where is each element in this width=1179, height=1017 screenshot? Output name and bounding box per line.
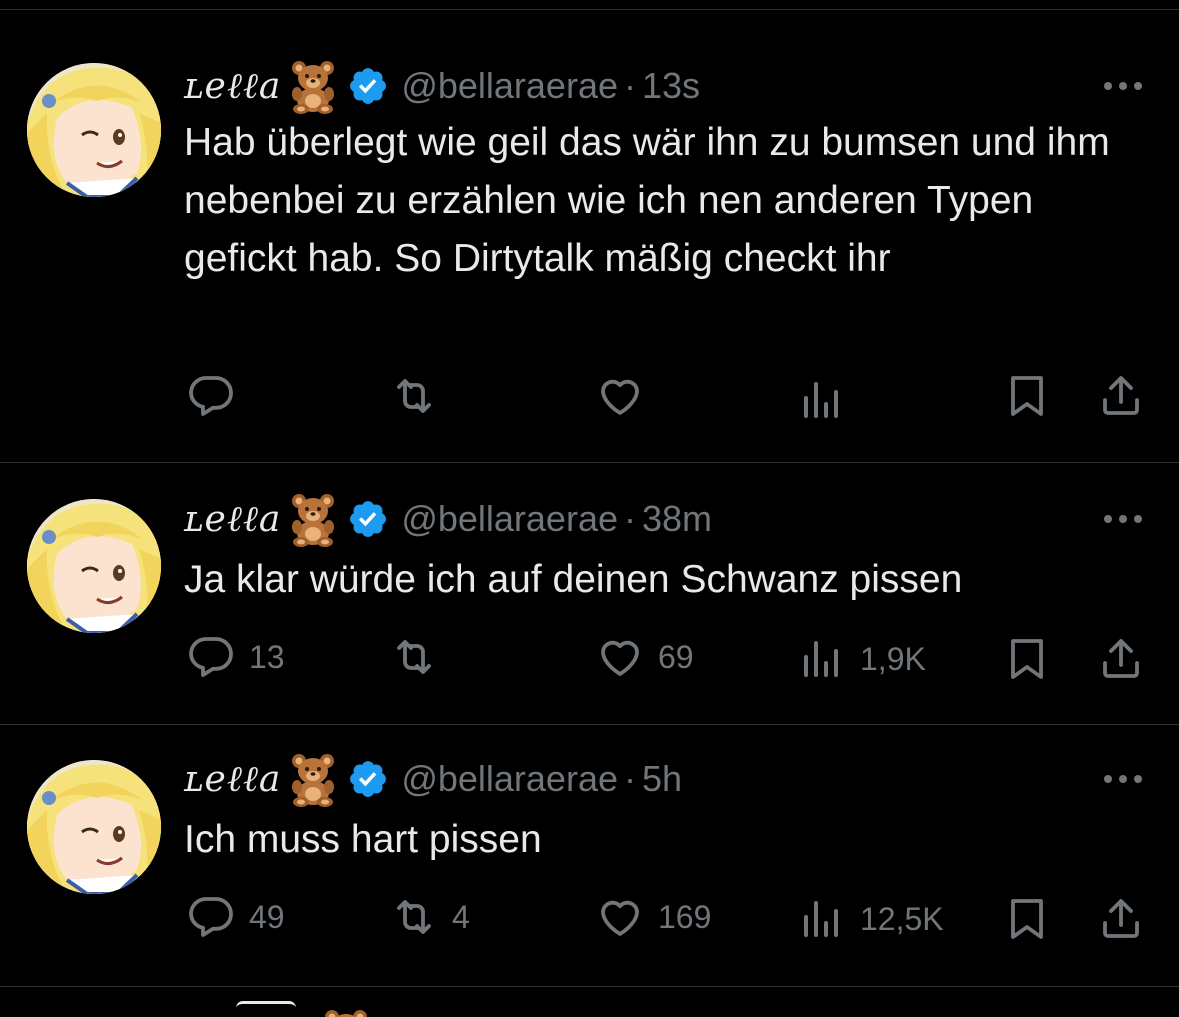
display-name-partial: [236, 1001, 296, 1008]
separator-dot: ·: [623, 758, 636, 799]
share-button[interactable]: [1097, 372, 1145, 420]
reply-button[interactable]: [187, 372, 249, 420]
reply-button[interactable]: 13: [187, 633, 285, 681]
reply-count: 49: [249, 898, 285, 935]
display-name[interactable]: ʟeℓℓa: [184, 758, 281, 800]
reply-icon: [187, 633, 235, 681]
retweet-icon: [390, 372, 438, 420]
views-icon: [798, 376, 846, 424]
handle[interactable]: @bellaraerae: [401, 758, 618, 800]
more-options-icon[interactable]: [1101, 79, 1145, 93]
bookmark-button[interactable]: [1003, 372, 1051, 420]
reply-icon: [187, 893, 235, 941]
avatar[interactable]: [27, 63, 161, 197]
tweet-header: ʟeℓℓa @bellaraerae · 38m: [184, 499, 712, 539]
like-icon: [596, 633, 644, 681]
retweet-button[interactable]: [390, 372, 452, 420]
handle[interactable]: @bellaraerae: [401, 65, 618, 107]
bookmark-icon: [1003, 895, 1051, 943]
share-icon: [1097, 895, 1145, 943]
like-icon: [596, 372, 644, 420]
views-count: 12,5K: [860, 900, 944, 937]
more-options-icon[interactable]: [1101, 512, 1145, 526]
like-count: 169: [658, 898, 712, 935]
next-tweet-partial[interactable]: [0, 987, 1179, 1017]
share-icon: [1097, 635, 1145, 683]
verified-badge-icon[interactable]: [347, 498, 389, 540]
tweet-text: Ich muss hart pissen: [184, 818, 542, 861]
timestamp[interactable]: 38m: [642, 498, 712, 540]
bookmark-button[interactable]: [1003, 635, 1051, 683]
share-icon: [1097, 372, 1145, 420]
timestamp[interactable]: 13s: [642, 65, 700, 107]
verified-badge-icon[interactable]: [347, 758, 389, 800]
retweet-button[interactable]: [390, 633, 452, 681]
like-count: 69: [658, 638, 694, 675]
tweet-header: ʟeℓℓa @bellaraerae · 13s: [184, 66, 700, 106]
views-button[interactable]: 1,9K: [798, 635, 926, 683]
like-icon: [596, 893, 644, 941]
views-icon: [798, 895, 846, 943]
separator-dot: ·: [623, 65, 636, 106]
bookmark-icon: [1003, 635, 1051, 683]
like-button[interactable]: 69: [596, 633, 694, 681]
tweet-text: Ja klar würde ich auf deinen Schwanz pis…: [184, 558, 963, 601]
like-button[interactable]: 169: [596, 893, 711, 941]
teddy-bear-icon: [318, 1007, 374, 1017]
share-button[interactable]: [1097, 635, 1145, 683]
teddy-bear-icon: [285, 491, 341, 547]
retweet-icon: [390, 633, 438, 681]
display-name[interactable]: ʟeℓℓa: [184, 65, 281, 107]
timestamp[interactable]: 5h: [642, 758, 682, 800]
handle[interactable]: @bellaraerae: [401, 498, 618, 540]
retweet-count: 4: [452, 898, 470, 935]
views-icon: [798, 635, 846, 683]
views-button[interactable]: 12,5K: [798, 895, 944, 943]
tweet-text: Hab überlegt wie geil das wär ihn zu bum…: [184, 121, 1121, 280]
tweet[interactable]: ʟeℓℓa @bellaraerae · 13s Hab überlegt wi…: [0, 10, 1179, 463]
views-count: 1,9K: [860, 640, 926, 677]
bookmark-icon: [1003, 372, 1051, 420]
verified-badge-icon[interactable]: [347, 65, 389, 107]
separator-dot: ·: [623, 498, 636, 539]
retweet-button[interactable]: 4: [390, 893, 470, 941]
share-button[interactable]: [1097, 895, 1145, 943]
teddy-bear-icon: [285, 58, 341, 114]
top-divider: [0, 0, 1179, 10]
avatar[interactable]: [27, 760, 161, 894]
tweet-header: ʟeℓℓa @bellaraerae · 5h: [184, 759, 682, 799]
avatar[interactable]: [27, 499, 161, 633]
more-options-icon[interactable]: [1101, 772, 1145, 786]
tweet[interactable]: ʟeℓℓa @bellaraerae · 5h Ich muss hart pi…: [0, 725, 1179, 987]
reply-icon: [187, 372, 235, 420]
display-name[interactable]: ʟeℓℓa: [184, 498, 281, 540]
teddy-bear-icon: [285, 751, 341, 807]
views-button[interactable]: [798, 376, 860, 424]
like-button[interactable]: [596, 372, 658, 420]
retweet-icon: [390, 893, 438, 941]
reply-count: 13: [249, 638, 285, 675]
bookmark-button[interactable]: [1003, 895, 1051, 943]
tweet[interactable]: ʟeℓℓa @bellaraerae · 38m Ja klar würde i…: [0, 463, 1179, 725]
reply-button[interactable]: 49: [187, 893, 285, 941]
